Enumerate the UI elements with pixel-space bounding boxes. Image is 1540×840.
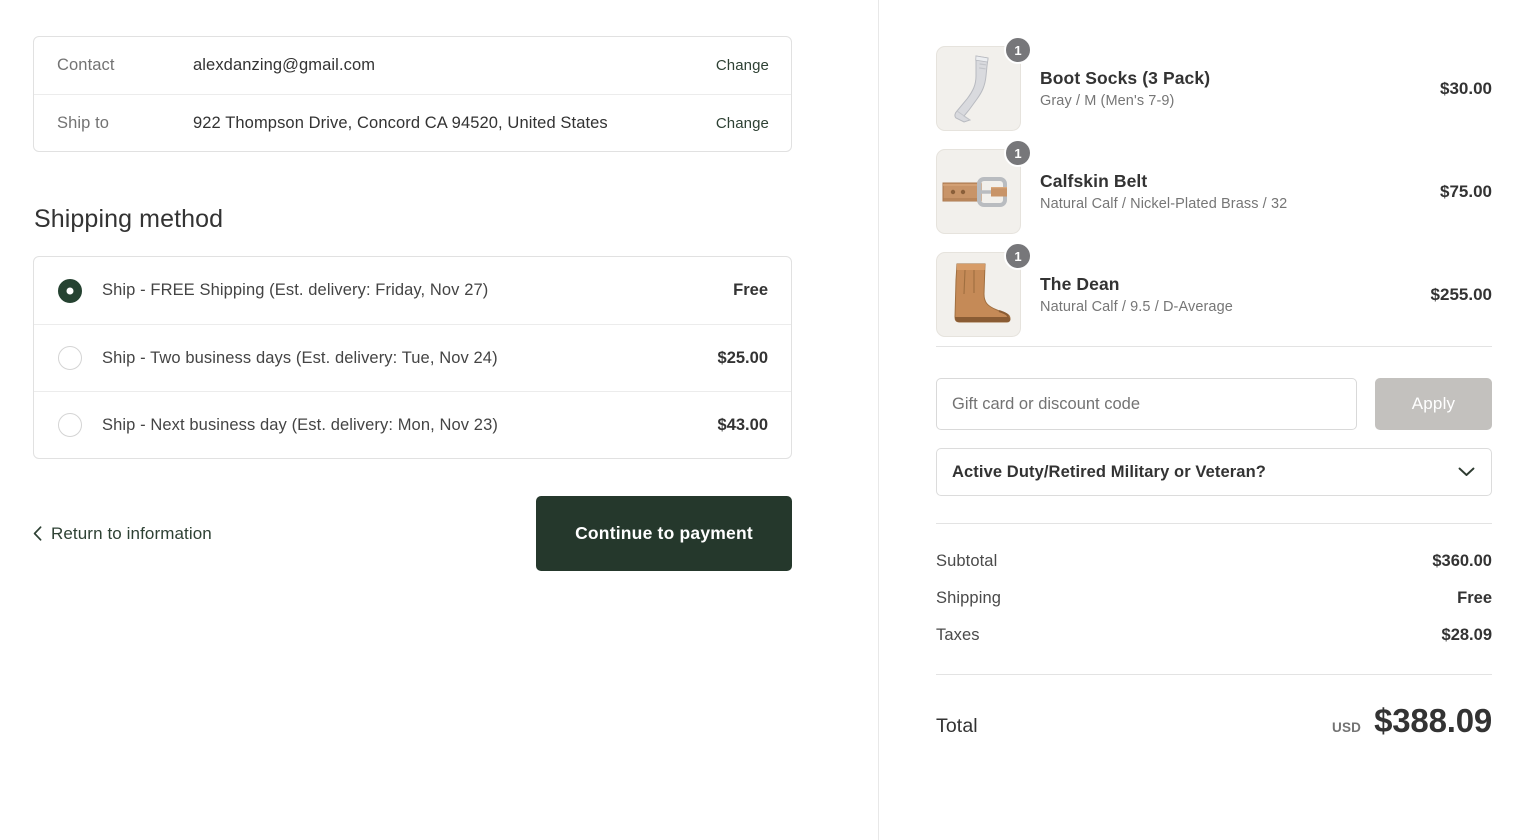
order-item-variant: Natural Calf / 9.5 / D-Average bbox=[1040, 299, 1233, 315]
order-item: 1 The Dean Natural Calf / 9.5 / D-Averag… bbox=[936, 242, 1492, 346]
order-summary-review-box: Contact alexdanzing@gmail.com Change Shi… bbox=[33, 36, 792, 152]
change-contact-link[interactable]: Change bbox=[716, 57, 769, 74]
shipping-option-next-day-label: Ship - Next business day (Est. delivery:… bbox=[102, 415, 498, 434]
grand-total-amount: $388.09 bbox=[1374, 702, 1492, 739]
military-discount-dropdown[interactable]: Active Duty/Retired Military or Veteran? bbox=[936, 448, 1492, 496]
divider-before-grand-total bbox=[936, 674, 1492, 675]
order-item-quantity-badge: 1 bbox=[1004, 139, 1032, 167]
shipping-total-label: Shipping bbox=[936, 589, 1002, 607]
return-to-information-link[interactable]: Return to information bbox=[33, 524, 212, 544]
order-item-thumbnail-wrap: 1 bbox=[936, 139, 1032, 234]
discount-code-input[interactable] bbox=[936, 378, 1357, 430]
contact-value: alexdanzing@gmail.com bbox=[193, 56, 376, 74]
order-item-thumbnail-wrap: 1 bbox=[936, 242, 1032, 337]
checkout-actions: Return to information Continue to paymen… bbox=[33, 496, 792, 571]
grand-total-row: Total USD $388.09 bbox=[936, 702, 1492, 740]
military-discount-label: Active Duty/Retired Military or Veteran? bbox=[952, 462, 1266, 481]
taxes-value: $28.09 bbox=[1441, 626, 1492, 644]
radio-icon-two-day[interactable] bbox=[58, 346, 82, 370]
order-item: 1 Boot Socks (3 Pack) Gray / M (Men's 7-… bbox=[936, 36, 1492, 140]
order-item-variant: Gray / M (Men's 7-9) bbox=[1040, 93, 1175, 109]
order-item-info: Boot Socks (3 Pack) Gray / M (Men's 7-9) bbox=[1040, 68, 1426, 109]
order-item-price: $255.00 bbox=[1430, 284, 1492, 304]
order-item-quantity-badge: 1 bbox=[1004, 242, 1032, 270]
radio-icon-next-day[interactable] bbox=[58, 413, 82, 437]
ship-to-row: Ship to 922 Thompson Drive, Concord CA 9… bbox=[34, 94, 791, 151]
order-items-list: 1 Boot Socks (3 Pack) Gray / M (Men's 7-… bbox=[936, 36, 1492, 346]
order-item-info: The Dean Natural Calf / 9.5 / D-Average bbox=[1040, 274, 1417, 315]
order-item: 1 Calfskin Belt Natural Calf / Nickel-Pl… bbox=[936, 139, 1492, 243]
order-item-price: $75.00 bbox=[1440, 181, 1492, 201]
order-item-info: Calfskin Belt Natural Calf / Nickel-Plat… bbox=[1040, 171, 1426, 212]
shipping-option-two-day-label: Ship - Two business days (Est. delivery:… bbox=[102, 348, 498, 367]
order-item-quantity-badge: 1 bbox=[1004, 36, 1032, 64]
grand-total-amount-group: USD $388.09 bbox=[1332, 702, 1492, 740]
checkout-page: Contact alexdanzing@gmail.com Change Shi… bbox=[0, 0, 1540, 840]
belt-icon bbox=[942, 176, 1007, 207]
order-item-title: Boot Socks (3 Pack) bbox=[1040, 68, 1211, 88]
shipping-method-heading: Shipping method bbox=[34, 205, 224, 233]
subtotal-label: Subtotal bbox=[936, 552, 998, 570]
order-item-title: The Dean bbox=[1040, 274, 1120, 294]
contact-row: Contact alexdanzing@gmail.com Change bbox=[34, 37, 791, 94]
contact-label: Contact bbox=[57, 56, 115, 74]
shipping-option-free-price: Free bbox=[733, 281, 768, 299]
shipping-option-free-label: Ship - FREE Shipping (Est. delivery: Fri… bbox=[102, 281, 489, 299]
taxes-row: Taxes $28.09 bbox=[936, 617, 1492, 654]
shipping-method-options: Ship - FREE Shipping (Est. delivery: Fri… bbox=[33, 256, 792, 459]
shipping-option-free[interactable]: Ship - FREE Shipping (Est. delivery: Fri… bbox=[34, 257, 791, 324]
ship-to-label: Ship to bbox=[57, 113, 110, 132]
grand-total-currency: USD bbox=[1332, 720, 1362, 735]
shipping-total-value: Free bbox=[1457, 589, 1492, 607]
order-summary-column: 1 Boot Socks (3 Pack) Gray / M (Men's 7-… bbox=[878, 0, 1540, 840]
change-address-link[interactable]: Change bbox=[716, 115, 769, 132]
shipping-option-two-day-price: $25.00 bbox=[717, 348, 768, 367]
continue-to-payment-button[interactable]: Continue to payment bbox=[536, 496, 792, 571]
discount-code-area: Apply bbox=[936, 378, 1492, 430]
shipping-total-row: Shipping Free bbox=[936, 580, 1492, 617]
order-totals: Subtotal $360.00 Shipping Free Taxes $28… bbox=[936, 543, 1492, 654]
taxes-label: Taxes bbox=[936, 626, 980, 644]
divider-after-items bbox=[936, 346, 1492, 347]
chevron-down-icon bbox=[1458, 467, 1475, 476]
shipping-option-next-day-price: $43.00 bbox=[717, 415, 768, 434]
boot-icon bbox=[953, 263, 1010, 322]
order-item-price: $30.00 bbox=[1440, 78, 1492, 98]
subtotal-row: Subtotal $360.00 bbox=[936, 543, 1492, 580]
shipping-option-next-day[interactable]: Ship - Next business day (Est. delivery:… bbox=[34, 391, 791, 458]
grand-total-label: Total bbox=[936, 715, 978, 737]
order-item-thumbnail-wrap: 1 bbox=[936, 36, 1032, 131]
divider-before-totals bbox=[936, 523, 1492, 524]
return-to-information-label: Return to information bbox=[51, 523, 212, 543]
radio-icon-free[interactable] bbox=[58, 278, 82, 303]
chevron-left-icon bbox=[33, 526, 42, 541]
ship-to-value: 922 Thompson Drive, Concord CA 94520, Un… bbox=[193, 113, 608, 132]
shipping-option-two-day[interactable]: Ship - Two business days (Est. delivery:… bbox=[34, 324, 791, 391]
checkout-main-column: Contact alexdanzing@gmail.com Change Shi… bbox=[0, 0, 878, 840]
sock-icon bbox=[953, 54, 989, 123]
subtotal-value: $360.00 bbox=[1432, 552, 1492, 570]
apply-discount-button[interactable]: Apply bbox=[1375, 378, 1492, 430]
order-item-variant: Natural Calf / Nickel-Plated Brass / 32 bbox=[1040, 196, 1288, 212]
order-item-title: Calfskin Belt bbox=[1040, 171, 1148, 191]
